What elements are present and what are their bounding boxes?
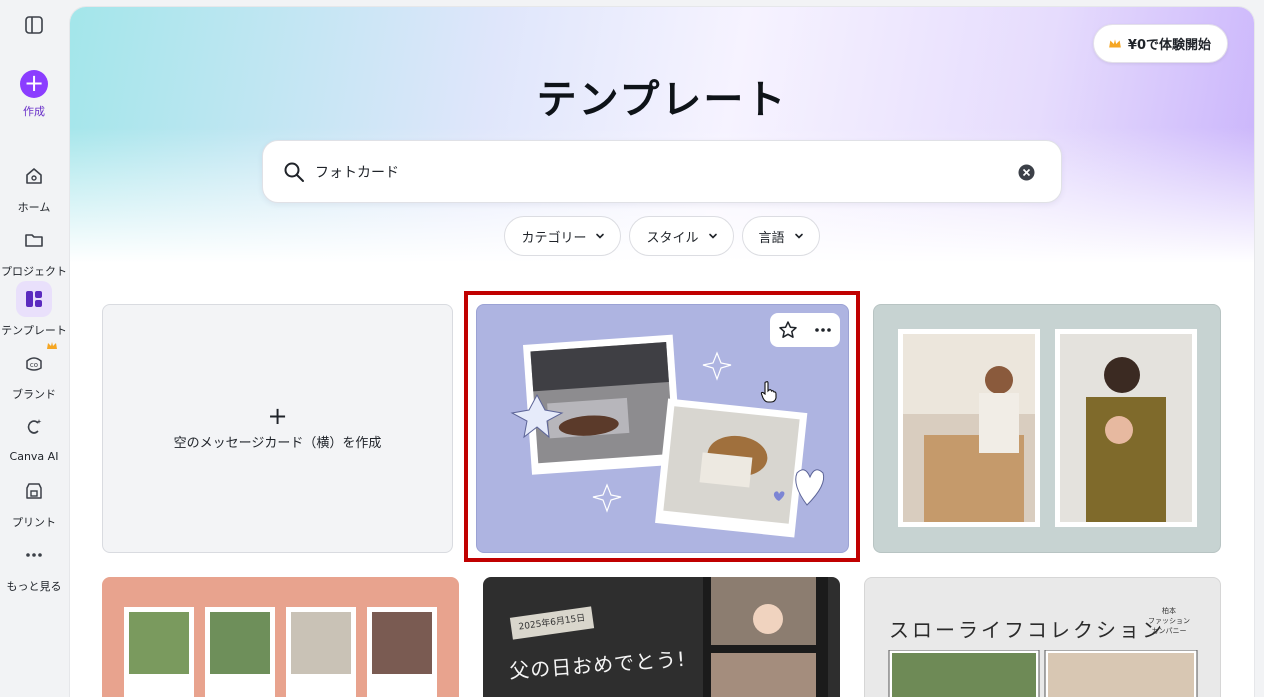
sidebar-item-templates[interactable]: テンプレート	[0, 281, 68, 338]
filter-style[interactable]: スタイル	[629, 216, 734, 256]
crown-icon	[47, 342, 57, 349]
filter-category[interactable]: カテゴリー	[504, 216, 622, 256]
template-thumbnail	[898, 329, 1197, 527]
search-input[interactable]	[315, 159, 995, 185]
sidebar-item-projects[interactable]: プロジェクト	[0, 222, 68, 279]
plus-icon: +	[20, 70, 48, 98]
create-blank-card[interactable]: + 空のメッセージカード（横）を作成	[102, 304, 453, 553]
free-trial-label: ¥0で体験開始	[1127, 38, 1211, 53]
page-title: テンプレート	[536, 77, 788, 123]
template-card-slow-life[interactable]: スローライフコレクション 柏本 ファッション カンパニー	[864, 577, 1221, 697]
search-icon	[284, 162, 304, 182]
plus-icon: +	[267, 402, 288, 430]
card-action-bar	[770, 313, 840, 347]
canva-ai-icon	[16, 409, 52, 445]
crown-icon	[1109, 38, 1121, 47]
sidebar-item-label: もっと見る	[6, 580, 62, 593]
template-card-polaroid-photos[interactable]	[102, 577, 459, 697]
create-button[interactable]: + 作成	[0, 70, 68, 119]
more-options-icon[interactable]	[813, 320, 833, 340]
template-thumbnail	[124, 607, 437, 697]
template-thumbnail	[888, 650, 1198, 697]
filter-language[interactable]: 言語	[741, 216, 820, 256]
chevron-down-icon	[596, 233, 605, 239]
create-blank-label: 空のメッセージカード（横）を作成	[173, 436, 382, 451]
template-card-fathers-day[interactable]: 2025年6月15日 父の日おめでとう!	[483, 577, 840, 697]
sidebar-toggle-icon[interactable]	[24, 15, 44, 35]
slow-life-title: スローライフコレクション	[889, 618, 1165, 642]
free-trial-button[interactable]: ¥0で体験開始	[1092, 24, 1228, 63]
create-label: 作成	[23, 105, 45, 118]
more-icon	[16, 537, 52, 573]
print-icon	[16, 473, 52, 509]
clear-search-icon[interactable]	[1018, 164, 1035, 181]
template-card-family-photos[interactable]	[873, 304, 1221, 553]
sidebar-item-canva-ai[interactable]: Canva AI	[0, 409, 68, 463]
hand-cursor-icon	[760, 381, 777, 403]
svg-text:co: co	[30, 361, 38, 369]
search-bar[interactable]	[262, 140, 1062, 203]
star-icon[interactable]	[778, 320, 798, 340]
sidebar-item-home[interactable]: ホーム	[0, 158, 68, 215]
sidebar-item-brand[interactable]: co ブランド	[0, 342, 68, 402]
sidebar-item-print[interactable]: プリント	[0, 473, 68, 530]
template-card-dog-photos[interactable]	[476, 304, 849, 553]
folder-icon	[16, 222, 52, 258]
sidebar-item-label: Canva AI	[9, 450, 59, 463]
slow-life-brand: 柏本 ファッション カンパニー	[1148, 607, 1190, 635]
template-icon	[16, 281, 52, 317]
filter-bar: カテゴリー スタイル 言語	[70, 216, 1254, 256]
chevron-down-icon	[794, 233, 803, 239]
brand-icon: co	[16, 342, 57, 381]
sidebar: + 作成 ホーム プロジェクト テンプレート co ブランド Canva AI	[0, 0, 68, 691]
sidebar-item-label: プリント	[12, 516, 56, 529]
sidebar-item-label: ホーム	[17, 201, 51, 214]
sidebar-item-label: テンプレート	[1, 324, 67, 337]
main-panel: ¥0で体験開始 テンプレート カテゴリー スタイル 言語 + 空のメッセージカー…	[70, 7, 1254, 697]
sidebar-item-label: プロジェクト	[1, 265, 67, 278]
home-icon	[16, 158, 52, 194]
sidebar-item-more[interactable]: もっと見る	[0, 537, 68, 594]
chevron-down-icon	[708, 233, 717, 239]
sidebar-item-label: ブランド	[12, 388, 56, 401]
